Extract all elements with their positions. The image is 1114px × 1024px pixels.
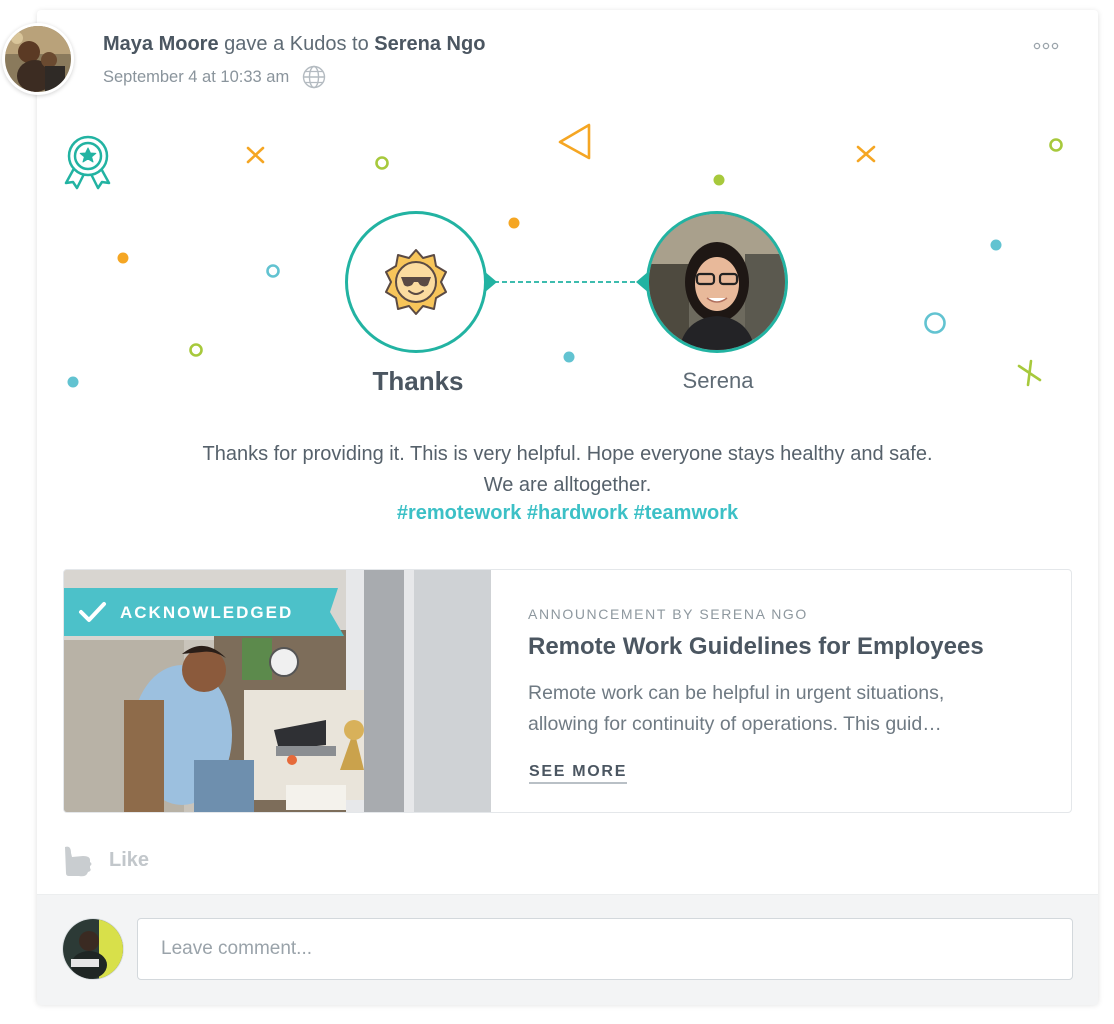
- hashtag-link[interactable]: #hardwork: [527, 502, 628, 524]
- sun-sunglasses-icon: [385, 249, 447, 315]
- hashtag-link[interactable]: #remotework: [397, 502, 522, 524]
- recipient-label: Serena: [682, 368, 754, 393]
- recipient-name[interactable]: Serena Ngo: [374, 33, 485, 55]
- globe-icon: [303, 65, 326, 89]
- comment-input[interactable]: [137, 918, 1073, 980]
- kudos-message: Thanks for providing it. This is very he…: [37, 439, 1098, 501]
- message-line: Thanks for providing it. This is very he…: [202, 443, 933, 465]
- announcement-title[interactable]: Remote Work Guidelines for Employees: [528, 633, 984, 661]
- more-horizontal-icon: [1033, 42, 1059, 50]
- post-headline: Maya Moore gave a Kudos to Serena Ngo: [103, 33, 485, 56]
- comment-section: [37, 894, 1098, 1005]
- message-line: We are alltogether.: [483, 474, 652, 496]
- acknowledged-badge: ACKNOWLEDGED: [64, 588, 344, 636]
- author-avatar[interactable]: [2, 23, 74, 95]
- hashtag-list: #remotework #hardwork #teamwork: [37, 502, 1098, 525]
- current-user-avatar: [63, 919, 123, 979]
- post-timestamp[interactable]: September 4 at 10:33 am: [103, 68, 289, 87]
- hashtag-link[interactable]: #teamwork: [634, 502, 739, 524]
- announcement-excerpt: Remote work can be helpful in urgent sit…: [528, 678, 1038, 740]
- author-photo: [5, 26, 71, 92]
- thumbs-up-icon: [65, 846, 92, 877]
- post-meta: September 4 at 10:33 am: [103, 65, 326, 89]
- more-options-button[interactable]: [1030, 36, 1062, 56]
- announcement-card[interactable]: ACKNOWLEDGED ANNOUNCEMENT BY SERENA NGO …: [63, 569, 1072, 813]
- like-label: Like: [109, 848, 150, 871]
- recipient-photo: [649, 214, 785, 350]
- kudos-type-badge: [345, 211, 487, 353]
- see-more-link[interactable]: SEE MORE: [529, 763, 628, 784]
- kudos-type-label: Thanks: [372, 366, 464, 396]
- kudos-action-text: gave a Kudos to: [224, 33, 369, 55]
- acknowledged-label: ACKNOWLEDGED: [120, 603, 293, 622]
- like-button[interactable]: Like: [63, 843, 149, 877]
- excerpt-line: Remote work can be helpful in urgent sit…: [528, 682, 945, 704]
- author-name[interactable]: Maya Moore: [103, 33, 219, 55]
- excerpt-line: allowing for continuity of operations. T…: [528, 713, 942, 735]
- recipient-avatar[interactable]: [646, 211, 788, 353]
- announcement-author: ANNOUNCEMENT BY SERENA NGO: [528, 606, 808, 622]
